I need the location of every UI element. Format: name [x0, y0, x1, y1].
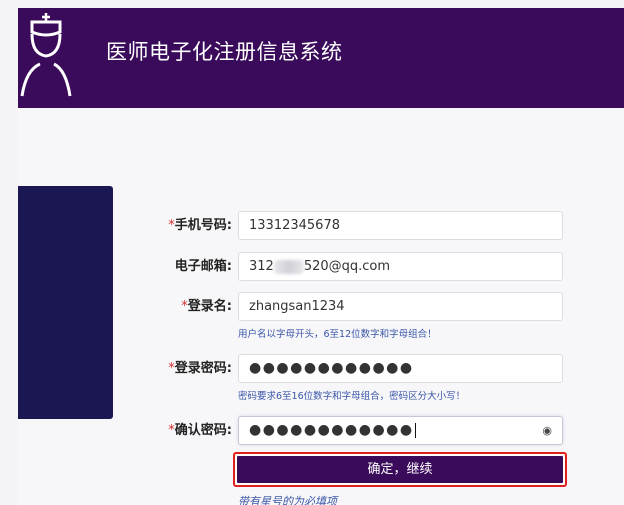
submit-button[interactable]: 确定，继续 — [237, 456, 563, 483]
email-input[interactable]: 312 520@qq.com — [238, 252, 563, 281]
phone-input[interactable]: 13312345678 — [238, 211, 563, 240]
submit-highlight: 确定，继续 — [233, 452, 567, 487]
password-label: *登录密码: — [168, 361, 232, 376]
confirm-password-label: *确认密码: — [168, 423, 232, 438]
app-title: 医师电子化注册信息系统 — [106, 40, 343, 64]
eye-icon[interactable]: ◉ — [542, 417, 552, 444]
password-input[interactable]: ●●●●●●●●●●●● — [238, 354, 563, 383]
required-note: 带有星号的为必填项 — [238, 495, 337, 505]
confirm-password-input[interactable]: ●●●●●●●●●●●● ◉ — [238, 416, 563, 445]
password-hint: 密码要求6至16位数字和字母组合，密码区分大小写！ — [238, 391, 466, 402]
email-label: 电子邮箱: — [174, 259, 232, 274]
nurse-icon — [20, 13, 72, 97]
app-header: 医师电子化注册信息系统 — [18, 8, 624, 108]
side-panel — [18, 186, 113, 419]
text-caret — [414, 423, 416, 438]
username-input[interactable]: zhangsan1234 — [238, 292, 563, 321]
page: 医师电子化注册信息系统 *手机号码: 13312345678 电子邮箱: 312… — [0, 0, 624, 505]
redacted-blur — [273, 259, 304, 274]
username-label: *登录名: — [181, 299, 232, 314]
phone-label: *手机号码: — [168, 218, 232, 233]
username-hint: 用户名以字母开头，6至12位数字和字母组合！ — [238, 329, 437, 340]
